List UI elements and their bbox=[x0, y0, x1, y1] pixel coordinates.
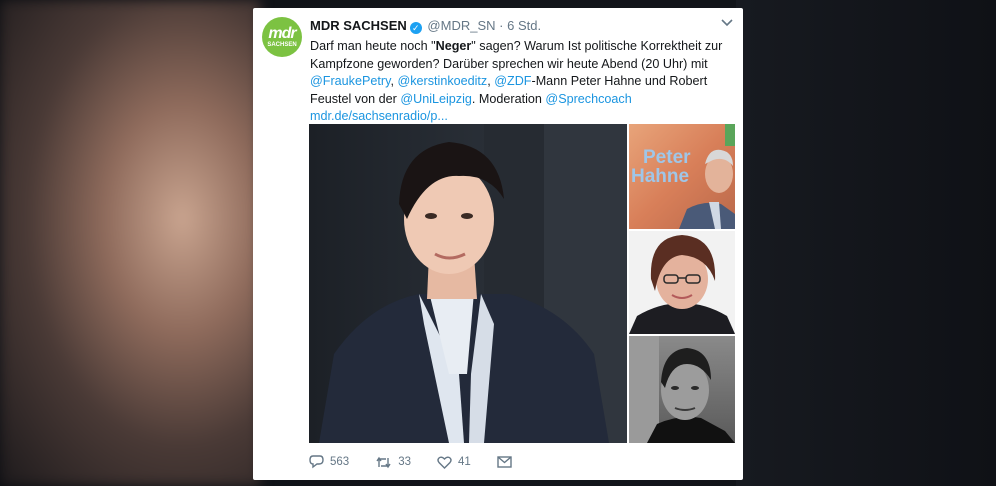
verified-icon: ✓ bbox=[409, 22, 422, 34]
text-segment: Darf man heute noch " bbox=[310, 39, 436, 53]
retweet-count: 33 bbox=[398, 456, 411, 468]
direct-message-button[interactable] bbox=[497, 456, 518, 468]
chevron-down-icon[interactable] bbox=[721, 16, 733, 30]
mention-zdf[interactable]: @ZDF bbox=[494, 74, 531, 88]
tweet-card[interactable]: mdr SACHSEN MDR SACHSEN ✓ @MDR_SN · 6 Std… bbox=[253, 8, 743, 480]
mention-fraukepetry[interactable]: @FraukePetry bbox=[310, 74, 390, 88]
reply-icon bbox=[309, 455, 324, 469]
photo-robert-feustel[interactable] bbox=[629, 336, 735, 443]
tweet-text: Darf man heute noch "Neger" sagen? Warum… bbox=[310, 38, 735, 126]
like-button[interactable]: 41 bbox=[437, 456, 471, 469]
reply-button[interactable]: 563 bbox=[309, 455, 349, 469]
avatar-logo-text: mdr bbox=[268, 24, 296, 42]
avatar-logo-subtext: SACHSEN bbox=[267, 41, 297, 48]
like-count: 41 bbox=[457, 456, 471, 468]
photo-woman-portrait[interactable] bbox=[309, 124, 627, 443]
tweet-url-link[interactable]: mdr.de/sachsenradio/p... bbox=[310, 109, 448, 123]
like-icon bbox=[437, 456, 452, 469]
background-blur-right bbox=[736, 0, 996, 486]
mention-kerstinkoeditz[interactable]: @kerstinkoeditz bbox=[397, 74, 487, 88]
reply-count: 563 bbox=[330, 456, 350, 468]
tweet-actions: 563 33 41 bbox=[309, 454, 544, 470]
background-blur-left bbox=[0, 0, 260, 486]
tweet-header: MDR SACHSEN ✓ @MDR_SN · 6 Std. bbox=[310, 18, 541, 34]
retweet-button[interactable]: 33 bbox=[375, 456, 411, 469]
photo-kerstin-koeditz[interactable] bbox=[629, 231, 735, 334]
bold-text: Neger bbox=[435, 39, 472, 53]
message-icon bbox=[497, 456, 512, 468]
retweet-icon bbox=[376, 456, 391, 468]
display-name[interactable]: MDR SACHSEN bbox=[310, 18, 407, 33]
avatar[interactable]: mdr SACHSEN bbox=[262, 17, 302, 57]
mention-sprechcoach[interactable]: @Sprechcoach bbox=[545, 92, 631, 106]
timestamp[interactable]: 6 Std. bbox=[507, 18, 541, 33]
mention-unileipzig[interactable]: @UniLeipzig bbox=[400, 92, 472, 106]
separator: · bbox=[499, 18, 504, 33]
text-segment: . Moderation bbox=[471, 91, 546, 106]
handle[interactable]: @MDR_SN bbox=[427, 18, 495, 33]
photo-peter-hahne[interactable]: Peter Hahne bbox=[629, 124, 735, 229]
